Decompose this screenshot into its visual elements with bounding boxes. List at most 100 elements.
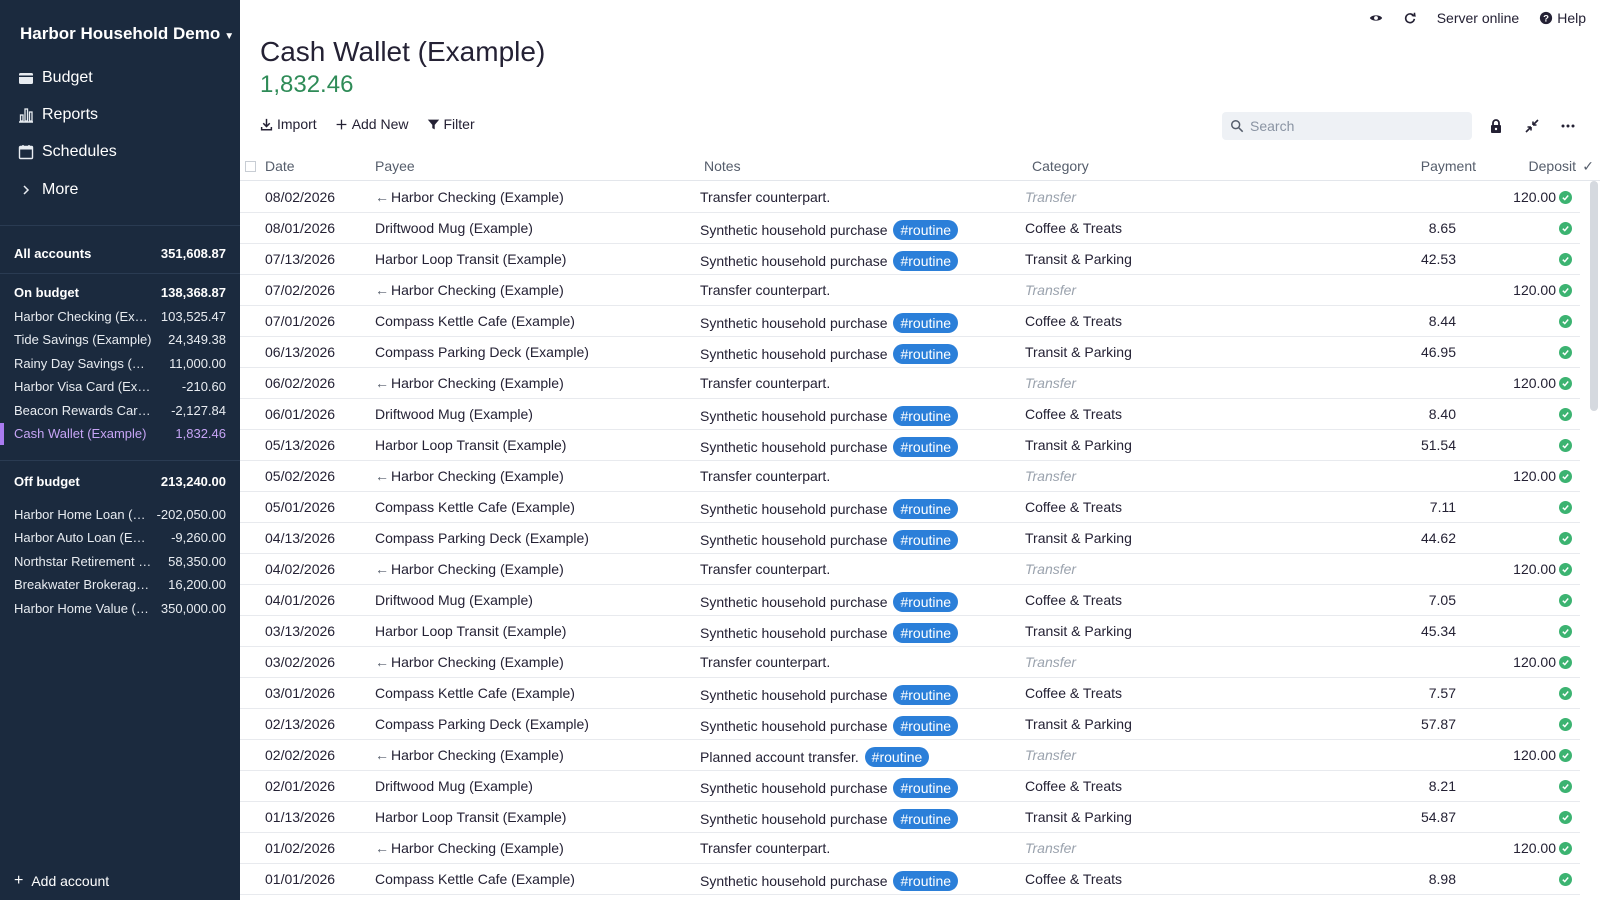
tag-badge[interactable]: #routine (893, 809, 959, 829)
account-title[interactable]: Cash Wallet (Example) (260, 36, 545, 68)
transaction-row[interactable]: 04/01/2026 Driftwood Mug (Example) Synthet… (240, 585, 1580, 616)
transaction-date[interactable]: 05/13/2026 (265, 437, 335, 453)
transaction-deposit[interactable]: 120.00 (1513, 375, 1556, 391)
privacy-toggle-button[interactable] (1369, 11, 1383, 25)
cleared-status-button[interactable] (1559, 656, 1572, 669)
column-header-deposit[interactable]: Deposit (1529, 158, 1576, 174)
transaction-category[interactable]: Coffee & Treats (1025, 778, 1122, 794)
transaction-notes[interactable]: Transfer counterpart. (700, 654, 830, 670)
transaction-date[interactable]: 07/02/2026 (265, 282, 335, 298)
transaction-deposit[interactable]: 120.00 (1513, 468, 1556, 484)
transaction-notes[interactable]: Synthetic household purchase #routine (700, 530, 959, 550)
transaction-notes[interactable]: Synthetic household purchase #routine (700, 685, 959, 705)
transaction-payee[interactable]: Driftwood Mug (Example) (375, 406, 533, 422)
transaction-notes[interactable]: Planned account transfer. #routine (700, 747, 930, 767)
tag-badge[interactable]: #routine (893, 251, 959, 271)
transaction-payee[interactable]: Harbor Loop Transit (Example) (375, 809, 566, 825)
transaction-date[interactable]: 03/01/2026 (265, 685, 335, 701)
import-button[interactable]: Import (260, 116, 317, 132)
transaction-payee[interactable]: Compass Parking Deck (Example) (375, 716, 589, 732)
cleared-status-button[interactable] (1559, 811, 1572, 824)
cleared-status-button[interactable] (1559, 408, 1572, 421)
transaction-row[interactable]: 01/01/2026 Compass Kettle Cafe (Example) S… (240, 864, 1580, 895)
cleared-status-button[interactable] (1559, 780, 1572, 793)
account-item[interactable]: Tide Savings (Example) 24,349.38 (14, 329, 226, 351)
transaction-date[interactable]: 01/13/2026 (265, 809, 335, 825)
transaction-category[interactable]: Coffee & Treats (1025, 220, 1122, 236)
transaction-category[interactable]: Transit & Parking (1025, 530, 1132, 546)
transaction-payee[interactable]: Compass Parking Deck (Example) (375, 530, 589, 546)
nav-more[interactable]: More (18, 178, 78, 202)
transaction-payee[interactable]: ← Harbor Checking (Example) (375, 561, 564, 577)
transaction-category[interactable]: Transit & Parking (1025, 251, 1132, 267)
transaction-notes[interactable]: Synthetic household purchase #routine (700, 220, 959, 240)
transaction-deposit[interactable]: 120.00 (1513, 282, 1556, 298)
nav-reports[interactable]: Reports (18, 103, 98, 127)
transaction-payee[interactable]: Harbor Loop Transit (Example) (375, 437, 566, 453)
account-item[interactable]: Harbor Auto Loan (Example) -9,260.00 (14, 527, 226, 549)
all-accounts[interactable]: All accounts 351,608.87 (14, 246, 226, 261)
transaction-date[interactable]: 02/13/2026 (265, 716, 335, 732)
transaction-date[interactable]: 06/01/2026 (265, 406, 335, 422)
column-header-payee[interactable]: Payee (375, 158, 415, 174)
transaction-category[interactable]: Transit & Parking (1025, 809, 1132, 825)
transaction-payee[interactable]: ← Harbor Checking (Example) (375, 654, 564, 670)
account-item[interactable]: Harbor Visa Card (Example) -210.60 (14, 376, 226, 398)
transaction-category[interactable]: Transfer (1025, 561, 1076, 577)
column-header-payment[interactable]: Payment (1421, 158, 1476, 174)
transaction-payment[interactable]: 44.62 (1421, 530, 1456, 546)
transaction-category[interactable]: Transfer (1025, 282, 1076, 298)
transaction-notes[interactable]: Synthetic household purchase #routine (700, 313, 959, 333)
cleared-status-button[interactable] (1559, 842, 1572, 855)
transaction-notes[interactable]: Transfer counterpart. (700, 561, 830, 577)
tag-badge[interactable]: #routine (893, 499, 959, 519)
transaction-notes[interactable]: Synthetic household purchase #routine (700, 592, 959, 612)
transaction-payee[interactable]: Compass Kettle Cafe (Example) (375, 871, 575, 887)
transaction-row[interactable]: 08/01/2026 Driftwood Mug (Example) Synthet… (240, 213, 1580, 244)
column-header-notes[interactable]: Notes (704, 158, 741, 174)
transaction-row[interactable]: 06/01/2026 Driftwood Mug (Example) Synthet… (240, 399, 1580, 430)
help-button[interactable]: ? Help (1539, 10, 1586, 26)
transaction-payee[interactable]: Compass Kettle Cafe (Example) (375, 313, 575, 329)
tag-badge[interactable]: #routine (893, 406, 959, 426)
account-balance[interactable]: 1,832.46 (260, 71, 353, 99)
transaction-deposit[interactable]: 120.00 (1513, 561, 1556, 577)
transaction-category[interactable]: Transfer (1025, 375, 1076, 391)
transaction-notes[interactable]: Synthetic household purchase #routine (700, 623, 959, 643)
transaction-notes[interactable]: Synthetic household purchase #routine (700, 871, 959, 891)
transaction-row[interactable]: 08/02/2026 ← Harbor Checking (Example) Tran… (240, 182, 1580, 213)
transaction-notes[interactable]: Transfer counterpart. (700, 468, 830, 484)
transaction-deposit[interactable]: 120.00 (1513, 840, 1556, 856)
cleared-status-button[interactable] (1559, 253, 1572, 266)
search-input[interactable] (1250, 118, 1450, 134)
cleared-status-button[interactable] (1559, 315, 1572, 328)
nav-budget[interactable]: Budget (18, 66, 93, 90)
table-scrollbar[interactable] (1590, 181, 1598, 411)
budget-name-menu[interactable]: Harbor Household Demo ▼ (20, 24, 234, 44)
filter-button[interactable]: Filter (427, 116, 475, 132)
transaction-notes[interactable]: Transfer counterpart. (700, 840, 830, 856)
transaction-category[interactable]: Coffee & Treats (1025, 685, 1122, 701)
tag-badge[interactable]: #routine (864, 747, 930, 767)
on-budget-header[interactable]: On budget 138,368.87 (14, 285, 226, 300)
transaction-payment[interactable]: 8.21 (1429, 778, 1456, 794)
transaction-payment[interactable]: 8.65 (1429, 220, 1456, 236)
transaction-date[interactable]: 02/02/2026 (265, 747, 335, 763)
tag-badge[interactable]: #routine (893, 685, 959, 705)
transaction-date[interactable]: 03/02/2026 (265, 654, 335, 670)
transaction-category[interactable]: Coffee & Treats (1025, 313, 1122, 329)
transaction-category[interactable]: Transfer (1025, 747, 1076, 763)
transaction-notes[interactable]: Transfer counterpart. (700, 282, 830, 298)
transaction-notes[interactable]: Transfer counterpart. (700, 189, 830, 205)
transaction-payee[interactable]: ← Harbor Checking (Example) (375, 747, 564, 763)
account-item[interactable]: Harbor Home Value (Example) 350,000.00 (14, 597, 226, 619)
transaction-payment[interactable]: 8.98 (1429, 871, 1456, 887)
cleared-status-button[interactable] (1559, 594, 1572, 607)
account-item[interactable]: Harbor Checking (Example) 103,525.47 (14, 305, 226, 327)
transaction-date[interactable]: 02/01/2026 (265, 778, 335, 794)
transaction-notes[interactable]: Synthetic household purchase #routine (700, 499, 959, 519)
transaction-payee[interactable]: ← Harbor Checking (Example) (375, 189, 564, 205)
add-new-button[interactable]: Add New (335, 116, 409, 132)
column-header-cleared[interactable]: ✓ (1582, 158, 1594, 175)
cleared-status-button[interactable] (1559, 873, 1572, 886)
